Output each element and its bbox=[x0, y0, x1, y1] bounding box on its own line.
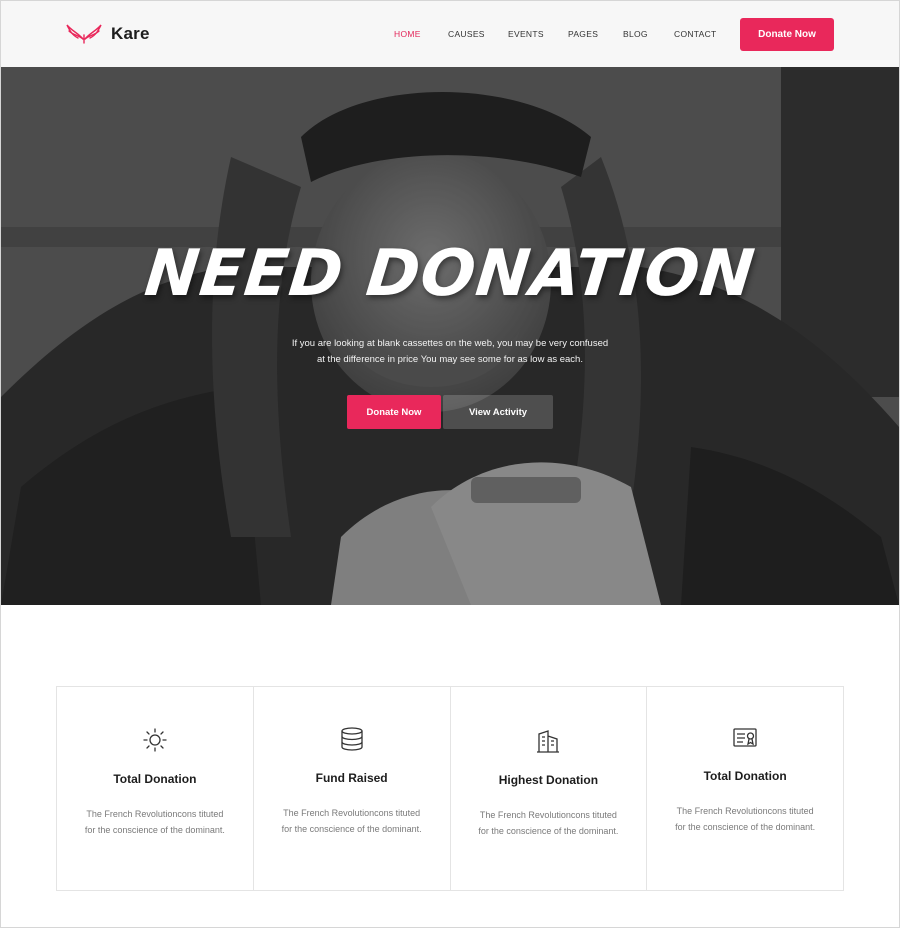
hero-donate-now-button[interactable]: Donate Now bbox=[347, 395, 441, 429]
certificate-icon bbox=[732, 725, 758, 751]
feature-title: Highest Donation bbox=[498, 773, 599, 787]
feature-description-line-2: for the conscience of the dominant. bbox=[84, 825, 225, 835]
nav-item-events[interactable]: EVENTS bbox=[508, 29, 544, 39]
feature-description-line-1: The French Revolutioncons tituted bbox=[283, 808, 421, 818]
building-icon bbox=[535, 728, 561, 754]
feature-description: The French Revolutioncons tituted for th… bbox=[57, 806, 253, 838]
feature-title: Total Donation bbox=[113, 772, 197, 786]
feature-description: The French Revolutioncons tituted for th… bbox=[451, 807, 647, 839]
feature-description: The French Revolutioncons tituted for th… bbox=[254, 805, 450, 837]
feature-description-line-1: The French Revolutioncons tituted bbox=[86, 809, 224, 819]
hero-section: NEED DONATION If you are looking at blan… bbox=[1, 67, 899, 605]
hero-description-line-1: If you are looking at blank cassettes on… bbox=[291, 338, 609, 349]
feature-title: Total Donation bbox=[703, 769, 787, 783]
sun-icon bbox=[142, 727, 168, 753]
hero-description-line-2: at the difference in price You may see s… bbox=[317, 354, 583, 365]
features-section: Total Donation The French Revolutioncons… bbox=[56, 686, 844, 891]
feature-card-highest-donation: Highest Donation The French Revolutionco… bbox=[449, 686, 648, 891]
feature-description-line-1: The French Revolutioncons tituted bbox=[676, 806, 814, 816]
database-icon bbox=[339, 726, 365, 752]
feature-description-line-1: The French Revolutioncons tituted bbox=[479, 810, 617, 820]
feature-card-fund-raised: Fund Raised The French Revolutioncons ti… bbox=[252, 686, 451, 891]
hero-buttons: Donate Now View Activity bbox=[347, 395, 553, 429]
feature-description-line-2: for the conscience of the dominant. bbox=[675, 822, 816, 832]
feature-description-line-2: for the conscience of the dominant. bbox=[281, 824, 422, 834]
hero-description: If you are looking at blank cassettes on… bbox=[1, 336, 899, 368]
feature-description: The French Revolutioncons tituted for th… bbox=[647, 803, 843, 835]
feature-title: Fund Raised bbox=[315, 771, 388, 785]
feature-card-total-donation-2: Total Donation The French Revolutioncons… bbox=[646, 686, 844, 891]
nav-item-causes[interactable]: CAUSES bbox=[448, 29, 485, 39]
site-header: Kare HOME CAUSES EVENTS PAGES BLOG CONTA… bbox=[1, 1, 899, 67]
hero-title: NEED DONATION bbox=[141, 237, 759, 311]
view-activity-button[interactable]: View Activity bbox=[443, 395, 553, 429]
nav-item-contact[interactable]: CONTACT bbox=[674, 29, 717, 39]
nav-item-pages[interactable]: PAGES bbox=[568, 29, 598, 39]
feature-card-total-donation: Total Donation The French Revolutioncons… bbox=[56, 686, 254, 891]
nav-item-home[interactable]: HOME bbox=[394, 29, 421, 39]
donate-now-button[interactable]: Donate Now bbox=[740, 18, 834, 51]
nav-item-blog[interactable]: BLOG bbox=[623, 29, 648, 39]
feature-description-line-2: for the conscience of the dominant. bbox=[478, 826, 619, 836]
